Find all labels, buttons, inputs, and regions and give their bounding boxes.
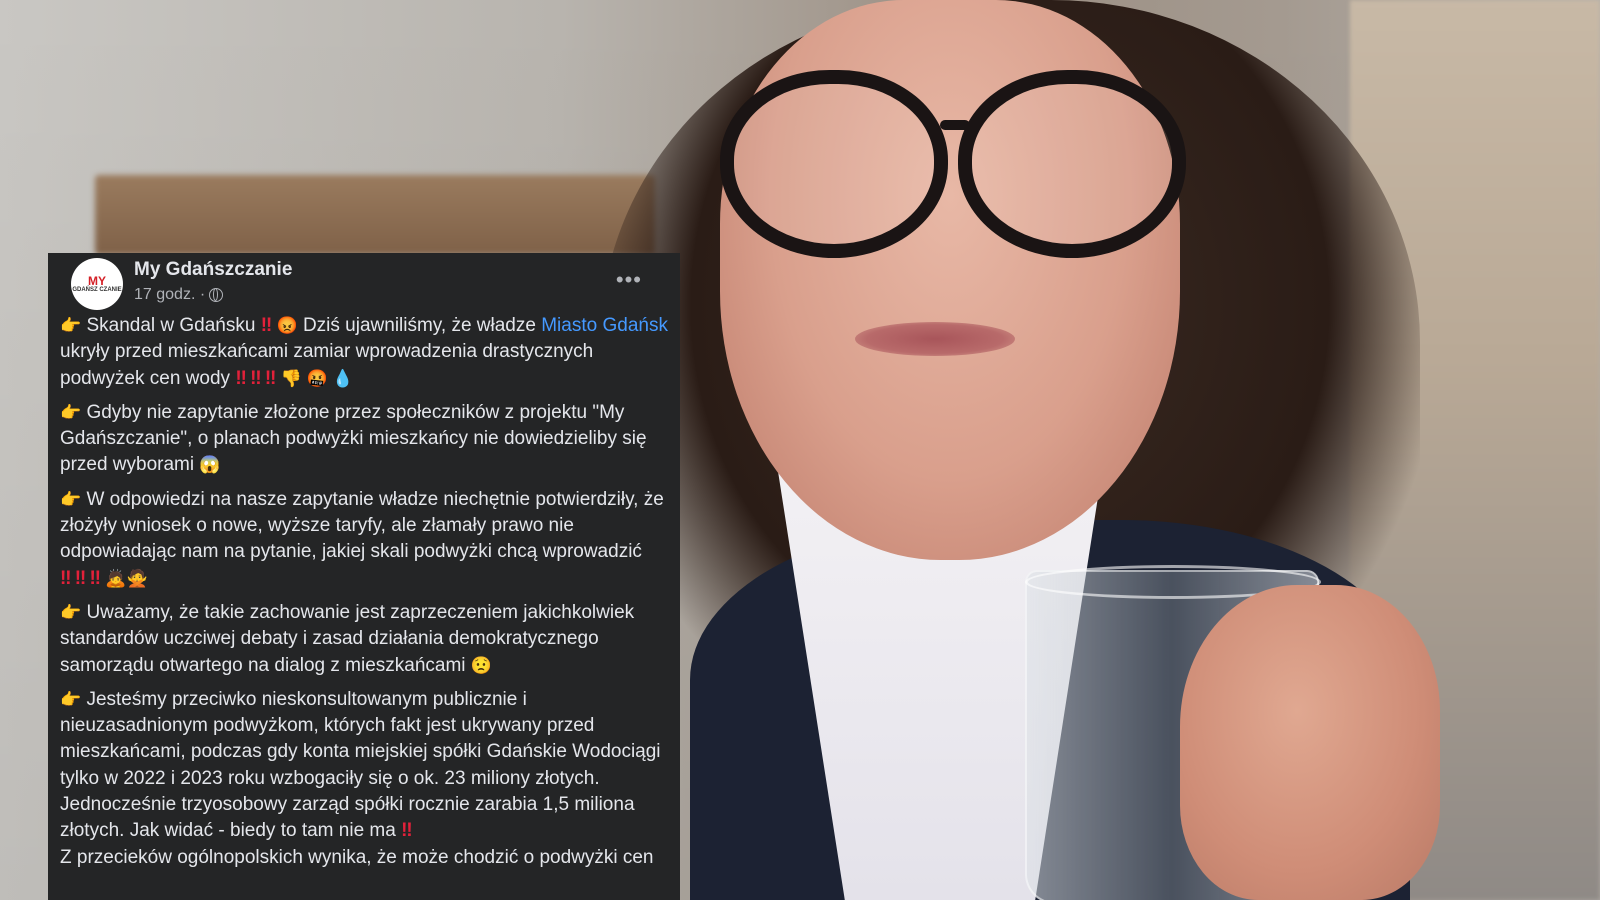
globe-icon <box>209 288 224 302</box>
mention-link-miasto-gdansk[interactable]: Miasto Gdańsk <box>541 315 668 336</box>
glasses-left-lens <box>720 70 948 258</box>
post-author-name[interactable]: My Gdańszczanie <box>134 259 292 281</box>
double-exclamation-icon: ‼ <box>401 820 413 842</box>
paragraph-3-text: W odpowiedzi na nasze zapytanie władze n… <box>60 488 664 563</box>
pointing-hand-icon: 👉 <box>60 689 82 709</box>
paragraph-1-mid: Dziś ujawniliśmy, że władze <box>302 315 536 336</box>
exclamation-icons: ‼ ‼ ‼ <box>235 367 276 389</box>
angry-face-icon: 😡 <box>276 316 298 335</box>
pointing-hand-icon: 👉 <box>60 402 82 422</box>
post-paragraph-2: 👉 Gdyby nie zapytanie złożone przez społ… <box>60 400 668 479</box>
pointing-hand-icon: 👉 <box>60 602 82 622</box>
gesture-emoji-icons: 🙇🙅 <box>105 568 148 588</box>
background-shelf <box>95 175 655 255</box>
person-mouth <box>855 322 1015 356</box>
avatar-logo-text: MY <box>88 273 106 288</box>
page-avatar[interactable]: MY GDAŃSZ CZANIE <box>71 258 123 310</box>
exclamation-icons: ‼ ‼ ‼ <box>60 567 101 589</box>
more-options-icon[interactable]: ••• <box>616 267 642 293</box>
pointing-hand-icon: 👉 <box>60 489 82 509</box>
post-paragraph-4: 👉 Uważamy, że takie zachowanie jest zapr… <box>60 600 668 679</box>
paragraph-4-text: Uważamy, że takie zachowanie jest zaprze… <box>60 601 635 676</box>
glasses-bridge <box>940 120 970 130</box>
pointing-hand-icon: 👉 <box>60 316 82 335</box>
facebook-post-card: MY GDAŃSZ CZANIE My Gdańszczanie 17 godz… <box>48 253 680 900</box>
post-meta: 17 godz. · <box>134 286 224 304</box>
paragraph-5-text: Jesteśmy przeciwko nieskonsultowanym pub… <box>60 688 661 842</box>
post-timestamp[interactable]: 17 godz. · <box>134 286 205 304</box>
screaming-face-icon: 😱 <box>199 455 221 475</box>
post-paragraph-1: 👉 Skandal w Gdańsku ‼ 😡 Dziś ujawniliśmy… <box>60 313 668 392</box>
person-hand <box>1180 585 1440 900</box>
worried-face-icon: 😟 <box>470 655 492 675</box>
post-paragraph-3: 👉 W odpowiedzi na nasze zapytanie władze… <box>60 487 668 592</box>
double-exclamation-icon: ‼ <box>260 315 273 336</box>
glasses-right-lens <box>958 70 1186 258</box>
post-header: MY GDAŃSZ CZANIE My Gdańszczanie 17 godz… <box>60 253 668 313</box>
paragraph-1-lead: Skandal w Gdańsku <box>86 315 256 336</box>
paragraph-5-continuation: Z przecieków ogólnopolskich wynika, że m… <box>60 846 654 868</box>
post-paragraph-5: 👉 Jesteśmy przeciwko nieskonsultowanym p… <box>60 687 668 871</box>
post-body: 👉 Skandal w Gdańsku ‼ 😡 Dziś ujawniliśmy… <box>60 313 668 871</box>
reaction-emoji-icons: 👎 🤬 💧 <box>280 368 354 388</box>
paragraph-2-text: Gdyby nie zapytanie złożone przez społec… <box>60 401 647 476</box>
avatar-logo-subtext: GDAŃSZ CZANIE <box>72 286 122 293</box>
